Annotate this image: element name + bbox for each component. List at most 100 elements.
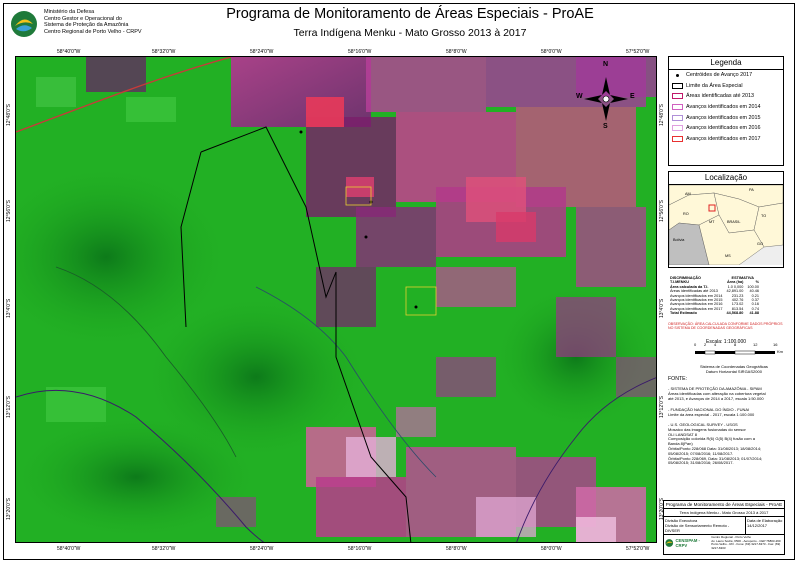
scale-tick: 12 bbox=[753, 342, 758, 347]
footer-address: Centro Regional - Porto Velho Av. Lauro … bbox=[711, 535, 783, 550]
state-label-am: AM bbox=[685, 192, 691, 196]
header-org-block: Ministério da Defesa Centro Gestor e Ope… bbox=[44, 9, 142, 35]
coord-left: 13°12'0"S bbox=[6, 396, 12, 418]
table-cell: 44,568.80 bbox=[726, 311, 744, 316]
coord-bottom: 58°40'0"W bbox=[57, 546, 81, 552]
coord-left: 13°4'0"S bbox=[6, 298, 12, 318]
scale-label: Escala: 1:100.000 bbox=[706, 339, 747, 345]
legend-label: Avanços identificados em 2017 bbox=[686, 135, 761, 142]
location-panel: Localização AM PA RO MT BRASIL TO Bolívi… bbox=[668, 171, 784, 268]
scale-unit: Km bbox=[777, 349, 783, 354]
coord-left: 12°48'0"S bbox=[6, 104, 12, 126]
coord-top: 57°52'0"W bbox=[626, 49, 650, 55]
south-label: S bbox=[603, 123, 608, 130]
north-label: N bbox=[603, 61, 609, 68]
org-line: Centro Gestor e Operacional do bbox=[44, 15, 122, 22]
legend-item: Avanços identificados em 2016 bbox=[669, 123, 783, 134]
coord-top: 58°40'0"W bbox=[57, 49, 81, 55]
table-cell: 41.88 bbox=[749, 311, 760, 316]
location-title: Localização bbox=[669, 172, 783, 185]
source-block: - FUNDAÇÃO NACIONAL DO ÍNDIO - FUNAI Lim… bbox=[668, 407, 755, 418]
legend-label: Avanços identificados em 2016 bbox=[686, 125, 761, 132]
legend-swatch-icon bbox=[672, 135, 683, 142]
estimate-table: DISCRIMINAÇÃO ESTIMATIVA T.I.MENKU Área … bbox=[668, 276, 761, 316]
legend-item: Áreas identificadas até 2013 bbox=[669, 91, 783, 102]
org-line: Sistema de Proteção da Amazônia bbox=[44, 22, 129, 29]
legend-item: Avanços identificados em 2015 bbox=[669, 112, 783, 123]
footer-right-value: 14/12/2017 bbox=[747, 523, 768, 528]
table-cell: Áreas identificadas até 2013 bbox=[670, 289, 718, 294]
sources-heading: FONTE: bbox=[668, 376, 688, 382]
footer-right-cell: Data de Elaboração 14/12/2017 bbox=[746, 517, 784, 534]
table-cell: 42,891.00 bbox=[726, 289, 744, 294]
legend-label: Áreas identificadas até 2013 bbox=[686, 93, 755, 100]
stats-note: OBSERVAÇÃO: ÁREA CALCULADA CONFORME DADO… bbox=[668, 322, 783, 331]
table-row: Total Estimado 44,568.80 41.88 bbox=[668, 311, 761, 315]
table-cell: Total Estimado bbox=[670, 311, 697, 316]
coord-top: 58°16'0"W bbox=[348, 49, 372, 55]
coord-top: 58°0'0"W bbox=[541, 49, 562, 55]
datum-line: Datum Horizontal SIRGAS2000 bbox=[705, 368, 762, 374]
coord-bottom: 58°24'0"W bbox=[250, 546, 274, 552]
legend-swatch-icon bbox=[672, 82, 683, 89]
state-label-brasil: BRASIL bbox=[727, 220, 741, 224]
coord-top: 58°32'0"W bbox=[152, 49, 176, 55]
location-map-image bbox=[668, 184, 784, 266]
coord-bottom: 58°0'0"W bbox=[541, 546, 562, 552]
legend-swatch-icon bbox=[672, 104, 683, 111]
legend-panel: Legenda Centróides de Avanço 2017 Limite… bbox=[668, 56, 784, 166]
state-label-ms: MS bbox=[725, 254, 731, 258]
source-block: - SISTEMA DE PROTEÇÃO DA AMAZÔNIA - SIPA… bbox=[668, 386, 766, 401]
footer-subtitle: Terra Indígena Menku - Mato Grosso 2013 … bbox=[664, 509, 784, 517]
state-label-go: GO bbox=[757, 242, 763, 246]
satellite-map[interactable]: N S E W bbox=[15, 56, 657, 543]
footer-box: Programa de Monitoramento de Áreas Espec… bbox=[663, 500, 785, 555]
scale-tick: 16 bbox=[773, 342, 778, 347]
coord-right: 12°48'0"S bbox=[659, 104, 665, 126]
coord-right: 12°56'0"S bbox=[659, 200, 665, 222]
footer-address-line: Porto Velho - RO - Fone: (69) 3217-6373 … bbox=[711, 542, 781, 550]
legend-item: Centróides de Avanço 2017 bbox=[669, 70, 783, 81]
satellite-map-image bbox=[16, 57, 656, 542]
map-title: Programa de Monitoramento de Áreas Espec… bbox=[226, 6, 594, 22]
sipam-logo-icon bbox=[11, 11, 37, 37]
scale-bar bbox=[695, 350, 775, 355]
legend-item: Avanços identificados em 2014 bbox=[669, 102, 783, 113]
scale-tick: 4 bbox=[714, 342, 717, 347]
legend-dot-icon bbox=[672, 72, 683, 78]
footer-title: Programa de Monitoramento de Áreas Espec… bbox=[664, 502, 784, 509]
legend-label: Centróides de Avanço 2017 bbox=[686, 72, 753, 79]
footer-brand-row: CENSIPAM - CRPV Centro Regional - Porto … bbox=[664, 535, 784, 551]
source-line: Limite da área especial - 2017, escala 1… bbox=[668, 411, 755, 417]
org-line: Ministério da Defesa bbox=[44, 9, 95, 15]
org-line: Centro Regional de Porto Velho - CRPV bbox=[44, 28, 142, 35]
source-line: 05/08/2015; 31/08/2016; 26/08/2017. bbox=[668, 460, 734, 466]
state-label-mt: MT bbox=[709, 220, 715, 224]
legend-swatch-icon bbox=[672, 125, 683, 132]
west-label: W bbox=[576, 93, 583, 100]
legend-swatch-icon bbox=[672, 93, 683, 100]
state-label-bolivia: Bolívia bbox=[673, 238, 685, 242]
datum-note: Sistema de Coordenadas Geográficas Datum… bbox=[700, 364, 768, 375]
footer-brand: CENSIPAM - CRPV bbox=[675, 538, 700, 549]
map-subtitle: Terra Indígena Menku - Mato Grosso 2013 … bbox=[293, 27, 527, 39]
footer-left-value: Divisão de Sensoriamento Remoto - DIVSER bbox=[665, 523, 730, 533]
state-label-to: TO bbox=[761, 214, 767, 218]
coord-bottom: 58°16'0"W bbox=[348, 546, 372, 552]
coord-left: 12°56'0"S bbox=[6, 200, 12, 222]
footer-info-row: Divisão Executora Divisão de Sensoriamen… bbox=[664, 517, 784, 535]
state-label-ro: RO bbox=[683, 212, 689, 216]
legend-item: Limite da Área Especial bbox=[669, 81, 783, 92]
coord-top: 58°8'0"W bbox=[446, 49, 467, 55]
coord-bottom: 57°52'0"W bbox=[626, 546, 650, 552]
coord-right: 13°4'0"S bbox=[659, 298, 665, 318]
legend-swatch-icon bbox=[672, 114, 683, 121]
legend-label: Limite da Área Especial bbox=[686, 82, 743, 89]
state-label-pa: PA bbox=[749, 188, 754, 192]
scale-tick: 0 bbox=[694, 342, 697, 347]
coord-bottom: 58°8'0"W bbox=[446, 546, 467, 552]
coord-top: 58°24'0"W bbox=[250, 49, 274, 55]
scale-tick: 2 bbox=[704, 342, 707, 347]
source-block: - U.S. GEOLOGICAL SURVEY - USGS Mosaico … bbox=[668, 422, 762, 466]
coord-bottom: 58°32'0"W bbox=[152, 546, 176, 552]
